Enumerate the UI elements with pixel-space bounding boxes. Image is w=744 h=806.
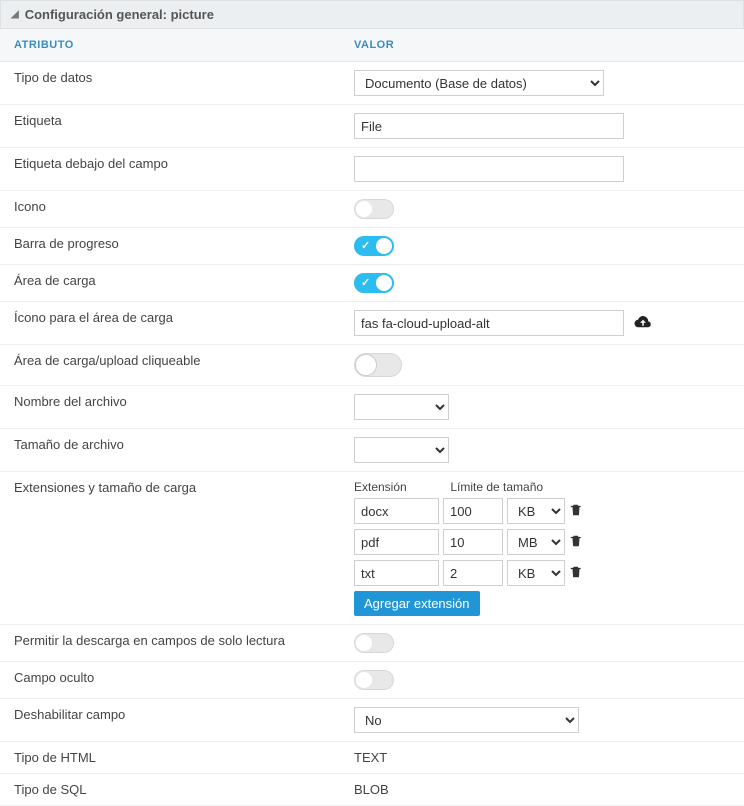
label-nombre: Nombre del archivo — [0, 386, 340, 429]
row-sql: Tipo de SQL BLOB — [0, 774, 744, 806]
row-deshab: Deshabilitar campo No — [0, 699, 744, 742]
select-tam[interactable] — [354, 437, 449, 463]
label-deshab: Deshabilitar campo — [0, 699, 340, 742]
trash-icon[interactable] — [569, 534, 585, 551]
cloud-upload-icon — [634, 315, 652, 334]
label-icono: Icono — [0, 191, 340, 228]
row-extensiones: Extensiones y tamaño de carga Extensión … — [0, 472, 744, 625]
toggle-area[interactable]: ✓ — [354, 273, 394, 293]
label-dtype: Tipo de datos — [0, 62, 340, 105]
label-sql: Tipo de SQL — [0, 774, 340, 806]
select-deshab[interactable]: No — [354, 707, 579, 733]
label-barra: Barra de progreso — [0, 228, 340, 265]
select-nombre[interactable] — [354, 394, 449, 420]
toggle-oculto[interactable] — [354, 670, 394, 690]
add-extension-button[interactable]: Agregar extensión — [354, 591, 480, 616]
hdr-ext: Extensión — [354, 480, 447, 494]
label-oculto: Campo oculto — [0, 662, 340, 699]
row-nombre: Nombre del archivo — [0, 386, 744, 429]
row-barra: Barra de progreso ✓ — [0, 228, 744, 265]
value-html: TEXT — [354, 750, 387, 765]
unit-select[interactable]: MB — [507, 529, 565, 555]
hdr-lim: Límite de tamaño — [450, 480, 543, 494]
row-descarga: Permitir la descarga en campos de solo l… — [0, 625, 744, 662]
row-tam: Tamaño de archivo — [0, 429, 744, 472]
label-html: Tipo de HTML — [0, 742, 340, 774]
limit-input[interactable] — [443, 529, 503, 555]
ext-input[interactable] — [354, 529, 439, 555]
col-val: VALOR — [340, 29, 744, 62]
row-etiqueta: Etiqueta — [0, 105, 744, 148]
label-extensiones: Extensiones y tamaño de carga — [0, 472, 340, 625]
label-etiqueta-debajo: Etiqueta debajo del campo — [0, 148, 340, 191]
toggle-barra[interactable]: ✓ — [354, 236, 394, 256]
label-tam: Tamaño de archivo — [0, 429, 340, 472]
input-icono-area[interactable] — [354, 310, 624, 336]
settings-table: ATRIBUTO VALOR Tipo de datos Documento (… — [0, 29, 744, 806]
ext-row: MB — [354, 529, 730, 555]
label-descarga: Permitir la descarga en campos de solo l… — [0, 625, 340, 662]
table-header: ATRIBUTO VALOR — [0, 29, 744, 62]
row-icono-area: Ícono para el área de carga — [0, 302, 744, 345]
row-click: Área de carga/upload cliqueable — [0, 345, 744, 386]
trash-icon[interactable] — [569, 565, 585, 582]
trash-icon[interactable] — [569, 503, 585, 520]
toggle-click[interactable] — [354, 353, 402, 377]
ext-input[interactable] — [354, 498, 439, 524]
row-etiqueta-debajo: Etiqueta debajo del campo — [0, 148, 744, 191]
panel-title: Configuración general: picture — [25, 7, 214, 22]
ext-row: KB — [354, 560, 730, 586]
input-etiqueta-debajo[interactable] — [354, 156, 624, 182]
row-oculto: Campo oculto — [0, 662, 744, 699]
limit-input[interactable] — [443, 560, 503, 586]
value-sql: BLOB — [354, 782, 389, 797]
limit-input[interactable] — [443, 498, 503, 524]
select-dtype[interactable]: Documento (Base de datos) — [354, 70, 604, 96]
row-icono: Icono — [0, 191, 744, 228]
input-etiqueta[interactable] — [354, 113, 624, 139]
row-html: Tipo de HTML TEXT — [0, 742, 744, 774]
label-icono-area: Ícono para el área de carga — [0, 302, 340, 345]
col-attr: ATRIBUTO — [0, 29, 340, 62]
label-click: Área de carga/upload cliqueable — [0, 345, 340, 386]
unit-select[interactable]: KB — [507, 498, 565, 524]
row-area: Área de carga ✓ — [0, 265, 744, 302]
ext-row: KB — [354, 498, 730, 524]
panel-header[interactable]: ◢ Configuración general: picture — [0, 0, 744, 29]
ext-input[interactable] — [354, 560, 439, 586]
toggle-icono[interactable] — [354, 199, 394, 219]
unit-select[interactable]: KB — [507, 560, 565, 586]
collapse-icon: ◢ — [11, 9, 19, 20]
toggle-descarga[interactable] — [354, 633, 394, 653]
label-etiqueta: Etiqueta — [0, 105, 340, 148]
label-area: Área de carga — [0, 265, 340, 302]
row-dtype: Tipo de datos Documento (Base de datos) — [0, 62, 744, 105]
